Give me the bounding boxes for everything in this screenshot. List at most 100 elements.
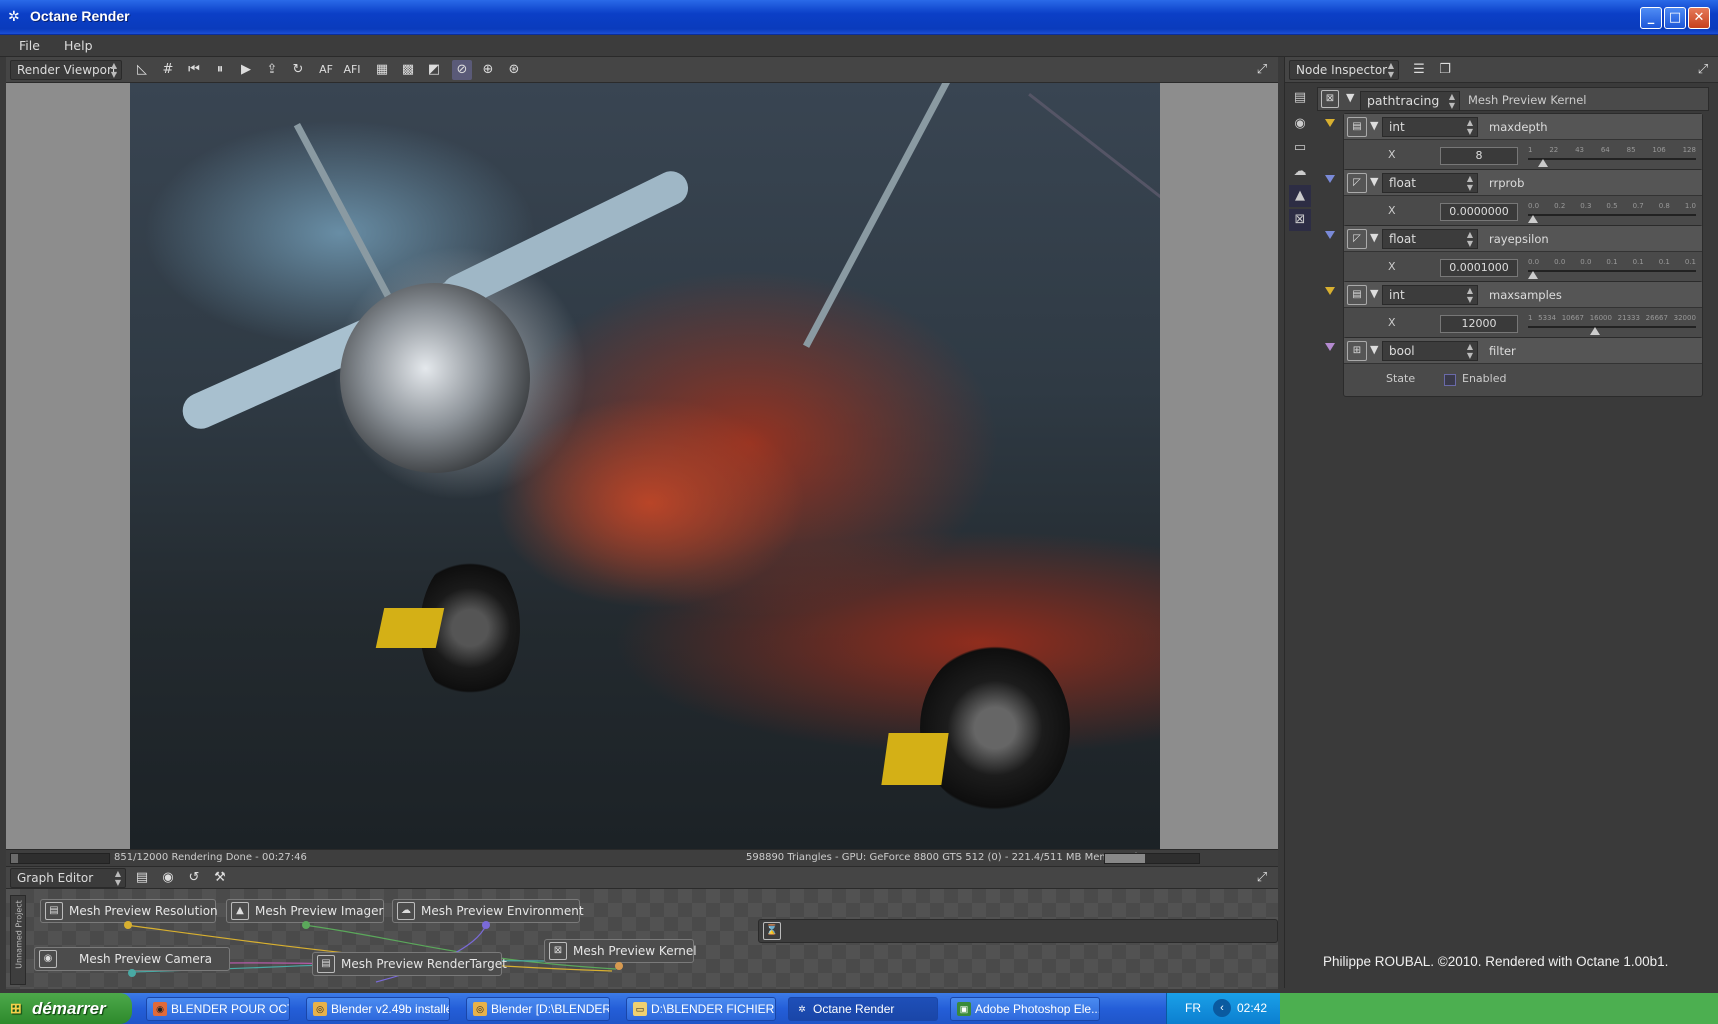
task-label: D:\BLENDER FICHIER...: [651, 1002, 776, 1016]
menu-help[interactable]: Help: [64, 38, 93, 53]
pan-icon[interactable]: ⊛: [504, 60, 524, 80]
kernel-icon[interactable]: ⊠: [1289, 209, 1311, 231]
task-folder[interactable]: ▭ D:\BLENDER FICHIER...: [626, 997, 776, 1021]
rrprob-slider[interactable]: 0.0 0.2 0.3 0.5 0.7 0.8 1.0: [1528, 202, 1696, 223]
afi-icon[interactable]: AFI: [342, 60, 362, 80]
select-arrows-icon: ▲ ▼: [1466, 174, 1473, 192]
close-button[interactable]: ✕: [1688, 7, 1710, 29]
language-indicator[interactable]: FR: [1185, 1001, 1201, 1015]
graph-fullscreen-icon[interactable]: ⤢: [1252, 868, 1272, 888]
node-mesh-preview-imager[interactable]: ▲ Mesh Preview Imager: [226, 899, 384, 923]
maximize-button[interactable]: □: [1664, 7, 1686, 29]
zoom-icon[interactable]: ⊕: [478, 60, 498, 80]
maxsamples-value-field[interactable]: 12000: [1440, 315, 1518, 333]
collapse-triangle-icon[interactable]: ▼: [1370, 231, 1378, 244]
memory-usage-bar: [1104, 853, 1200, 864]
timeline-node[interactable]: ⌛: [758, 919, 1278, 943]
task-blender-pour-oct[interactable]: ◉ BLENDER POUR OCT...: [146, 997, 290, 1021]
node-mesh-preview-environment[interactable]: ☁ Mesh Preview Environment: [392, 899, 584, 923]
slider-ticks: 1 22 43 64 85 106 128: [1528, 146, 1696, 154]
title-bar: ✲ Octane Render _ □ ✕: [0, 0, 1718, 35]
slider-thumb[interactable]: [1528, 215, 1538, 223]
minimize-button[interactable]: _: [1640, 7, 1662, 29]
output-pin[interactable]: [302, 921, 310, 929]
collapse-triangle-icon[interactable]: ▼: [1370, 175, 1378, 188]
graph-editor-canvas[interactable]: Unnamed Project ▤ Mesh Preview Resolutio…: [6, 889, 1278, 989]
collapse-triangle-icon[interactable]: ▼: [1370, 343, 1378, 356]
param-type-select[interactable]: float ▲ ▼: [1382, 173, 1478, 193]
task-blender-installed[interactable]: ◎ Blender v2.49b installé: [306, 997, 450, 1021]
task-blender-d[interactable]: ◎ Blender [D:\BLENDER...: [466, 997, 610, 1021]
fullscreen-icon[interactable]: ⤢: [1252, 60, 1272, 80]
collapse-triangle-icon[interactable]: ▼: [1370, 287, 1378, 300]
node-mesh-preview-rendertarget[interactable]: ▤ Mesh Preview RenderTarget: [312, 952, 507, 976]
rrprob-value-field[interactable]: 0.0000000: [1440, 203, 1518, 221]
rayepsilon-slider[interactable]: 0.0 0.0 0.0 0.1 0.1 0.1 0.1: [1528, 258, 1696, 279]
start-button[interactable]: ⊞ démarrer: [0, 993, 132, 1024]
collapse-triangle-icon[interactable]: ▼: [1346, 91, 1354, 104]
tray-arrow-icon[interactable]: ‹: [1213, 999, 1231, 1017]
imager-icon[interactable]: ▲: [1289, 185, 1311, 207]
alpha-icon[interactable]: ◩: [424, 60, 444, 80]
node-mesh-preview-camera[interactable]: ◉ Mesh Preview Camera: [34, 947, 230, 971]
camera-node-icon[interactable]: ◉: [158, 868, 178, 888]
checker-icon[interactable]: ▩: [398, 60, 418, 80]
folder-icon: ▭: [633, 1002, 647, 1016]
new-node-icon[interactable]: ▤: [132, 868, 152, 888]
maxdepth-value-field[interactable]: 8: [1440, 147, 1518, 165]
slider-thumb[interactable]: [1590, 327, 1601, 335]
slider-ticks: 0.0 0.2 0.3 0.5 0.7 0.8 1.0: [1528, 202, 1696, 210]
rewind-icon[interactable]: ⏮: [184, 60, 204, 80]
system-tray: FR ‹ 02:42: [1166, 993, 1280, 1024]
refresh-icon[interactable]: ↻: [288, 60, 308, 80]
output-pin[interactable]: [128, 969, 136, 977]
param-type-select[interactable]: float ▲ ▼: [1382, 229, 1478, 249]
collapse-all-icon[interactable]: ☰: [1409, 60, 1429, 80]
node-mesh-preview-kernel[interactable]: ⊠ Mesh Preview Kernel: [544, 939, 697, 963]
pause-icon[interactable]: ⏸: [210, 60, 230, 80]
param-type-select[interactable]: int ▲ ▼: [1382, 285, 1478, 305]
region-icon[interactable]: ▦: [372, 60, 392, 80]
slider-thumb[interactable]: [1528, 271, 1538, 279]
param-header: ◸ ▼ float ▲ ▼ rrprob: [1344, 170, 1702, 196]
kernel-type-select[interactable]: pathtracing ▲ ▼: [1360, 91, 1460, 111]
grid-icon[interactable]: #: [158, 60, 178, 80]
task-photoshop[interactable]: ▣ Adobe Photoshop Ele...: [950, 997, 1100, 1021]
param-type-select[interactable]: bool ▲ ▼: [1382, 341, 1478, 361]
play-icon[interactable]: ▶: [236, 60, 256, 80]
tools-icon[interactable]: ⚒: [210, 868, 230, 888]
maxdepth-slider[interactable]: 1 22 43 64 85 106 128: [1528, 146, 1696, 167]
af-icon[interactable]: AF: [316, 60, 336, 80]
param-name: rrprob: [1489, 176, 1525, 190]
graph-editor-select[interactable]: Graph Editor ▲ ▼: [10, 868, 126, 888]
credit-text: Philippe ROUBAL. ©2010. Rendered with Oc…: [1323, 954, 1669, 969]
camera-icon[interactable]: ◉: [1289, 113, 1311, 135]
output-pin[interactable]: [482, 921, 490, 929]
render-viewport[interactable]: [6, 83, 1278, 849]
timeline-node-icon: ⌛: [763, 922, 781, 940]
collapse-triangle-icon[interactable]: ▼: [1370, 119, 1378, 132]
node-label: Mesh Preview Camera: [79, 952, 213, 966]
bool-param-icon: ⊞: [1347, 341, 1367, 361]
param-type-select[interactable]: int ▲ ▼: [1382, 117, 1478, 137]
menu-file[interactable]: File: [19, 38, 40, 53]
copy-node-icon[interactable]: ❐: [1435, 60, 1455, 80]
maxsamples-slider[interactable]: 1 5334 10667 16000 21333 26667 32000: [1528, 314, 1696, 335]
export-icon[interactable]: ⇪: [262, 60, 282, 80]
output-pin[interactable]: [124, 921, 132, 929]
slider-thumb[interactable]: [1538, 159, 1549, 167]
resolution-icon[interactable]: ▭: [1289, 137, 1311, 159]
filter-enabled-checkbox[interactable]: [1444, 374, 1456, 386]
task-octane-render[interactable]: ✲ Octane Render: [788, 997, 938, 1021]
environment-icon[interactable]: ☁: [1289, 161, 1311, 183]
viewport-mode-select[interactable]: Render Viewport ▲ ▼: [10, 60, 122, 80]
inspector-mode-select[interactable]: Node Inspector ▲ ▼: [1289, 60, 1399, 80]
render-target-icon[interactable]: ▤: [1289, 87, 1311, 109]
node-mesh-preview-resolution[interactable]: ▤ Mesh Preview Resolution: [40, 899, 218, 923]
rayepsilon-value-field[interactable]: 0.0001000: [1440, 259, 1518, 277]
pick-focus-icon[interactable]: ◺: [132, 60, 152, 80]
inspector-fullscreen-icon[interactable]: ⤢: [1693, 60, 1713, 80]
output-pin[interactable]: [615, 962, 623, 970]
camera-lock-icon[interactable]: ⊘: [452, 60, 472, 80]
refresh-graph-icon[interactable]: ↺: [184, 868, 204, 888]
